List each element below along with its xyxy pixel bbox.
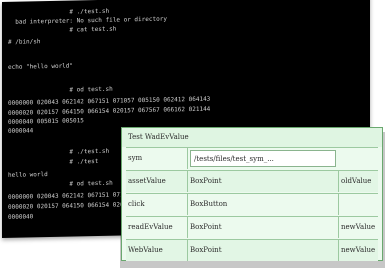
- terminal-line: hello world: [8, 171, 48, 179]
- terminal-line: # cat test.sh: [8, 25, 117, 35]
- row-value[interactable]: BoxPoint: [188, 240, 338, 261]
- terminal-line: # od test.sh: [8, 179, 113, 189]
- row-value[interactable]: BoxPoint: [188, 217, 338, 238]
- row-label: click: [126, 194, 188, 215]
- row-value[interactable]: BoxButton: [188, 194, 338, 215]
- terminal-line: echo "hello world": [8, 62, 74, 71]
- table-row: click BoxButton: [126, 193, 378, 215]
- terminal-line: 0000040: [8, 213, 34, 221]
- terminal-line: 0000020 020157 064150 066154 020157: [8, 201, 135, 211]
- table-row: WebValue BoxPoint newValue: [126, 239, 378, 261]
- row-label: WebValue: [126, 240, 188, 261]
- table-row: assetValue BoxPoint oldValue: [126, 170, 378, 192]
- terminal-line: # od test.sh: [8, 85, 113, 95]
- terminal-line: 0000040 005015 005015: [8, 117, 84, 126]
- sym-path-field[interactable]: /tests/files/test_sym_...: [190, 150, 336, 167]
- row-label: assetValue: [126, 171, 188, 192]
- row-extra: newValue: [338, 217, 378, 238]
- terminal-line: # ./test.sh: [8, 147, 110, 157]
- row-extra: newValue: [338, 240, 378, 261]
- terminal-line: 0000044: [8, 127, 34, 135]
- row-label: sym: [126, 148, 188, 169]
- panel-title: Test WadEvValue: [122, 128, 382, 147]
- value-inspector-panel: Test WadEvValue sym /tests/files/test_sy…: [121, 127, 383, 261]
- row-value[interactable]: BoxPoint: [188, 171, 338, 192]
- terminal-line: # /bin/sh: [8, 38, 41, 46]
- terminal-line: # ./test: [8, 157, 99, 167]
- table-row: readEvValue BoxPoint newValue: [126, 216, 378, 238]
- row-label: readEvValue: [126, 217, 188, 238]
- row-extra: [338, 194, 378, 215]
- terminal-line: 0000020 020157 064150 066154 020157 0675…: [8, 105, 211, 117]
- row-extra: oldValue: [338, 171, 378, 192]
- table-row: sym /tests/files/test_sym_...: [126, 147, 378, 169]
